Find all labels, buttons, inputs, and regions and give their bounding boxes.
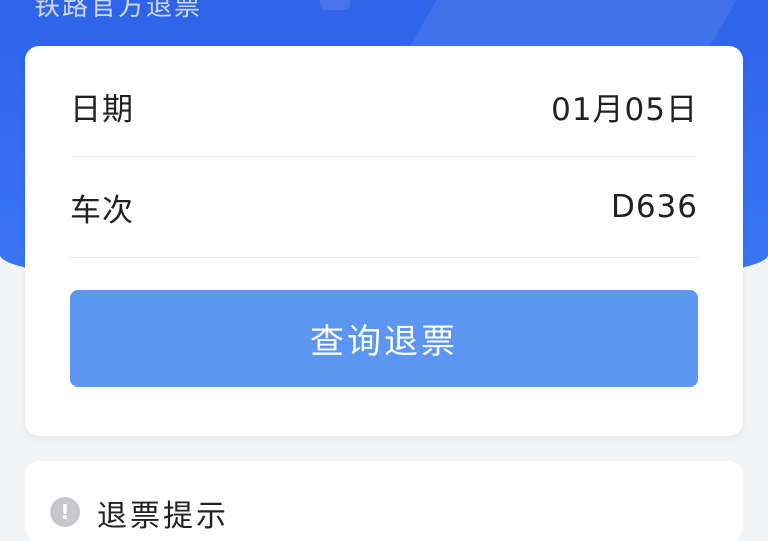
- info-icon: !: [50, 497, 80, 527]
- banner-decoration: [320, 0, 350, 10]
- train-number-label: 车次: [70, 192, 134, 229]
- train-number-row[interactable]: 车次 D636: [70, 157, 698, 258]
- query-refund-button[interactable]: 查询退票: [70, 290, 698, 387]
- date-value: 01月05日: [551, 91, 698, 128]
- query-form-card: 日期 01月05日 车次 D636 查询退票: [25, 46, 743, 436]
- refund-tips-title: 退票提示: [97, 499, 229, 534]
- refund-tips-card: ! 退票提示: [25, 461, 743, 541]
- date-row[interactable]: 日期 01月05日: [70, 56, 698, 157]
- train-number-value: D636: [610, 189, 698, 225]
- page-title: 铁路官方退票: [34, 0, 203, 22]
- date-label: 日期: [70, 91, 134, 128]
